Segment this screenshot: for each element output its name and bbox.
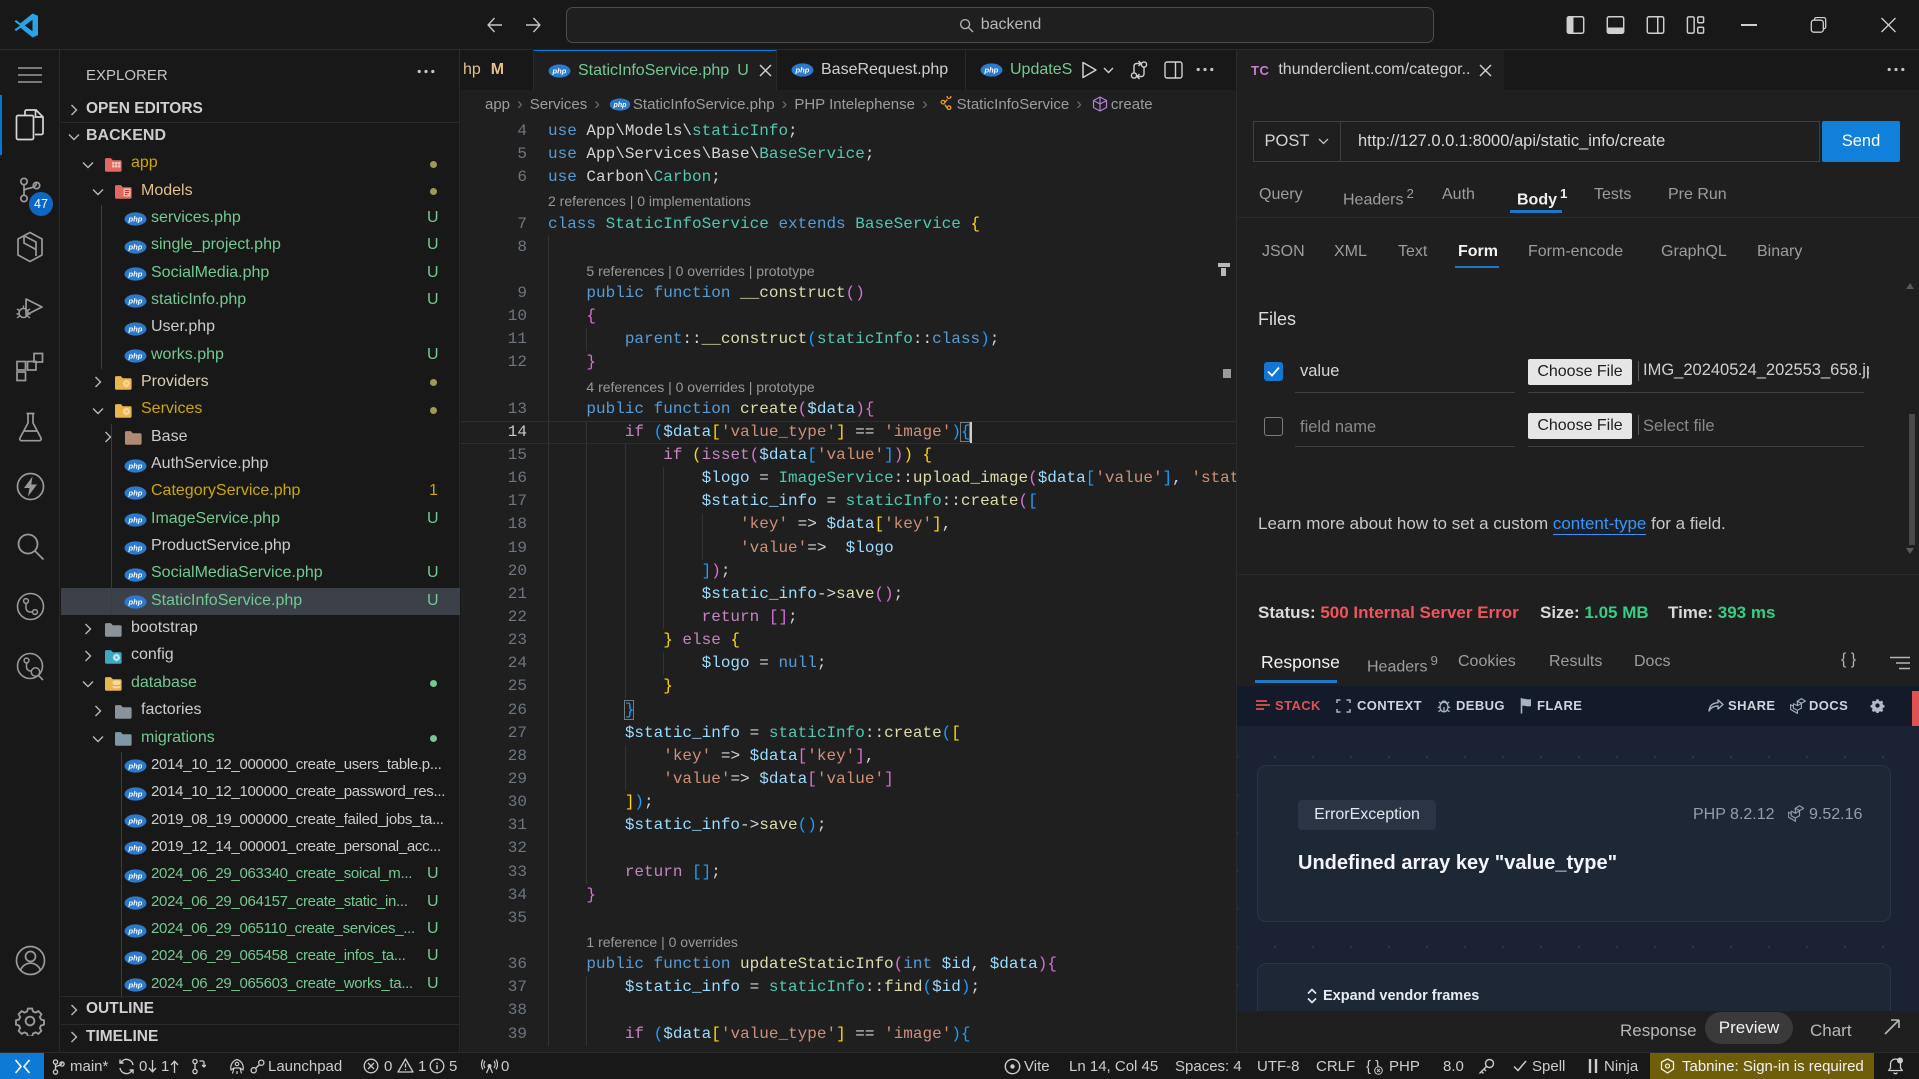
svg-text:php: php — [128, 488, 143, 497]
svg-text:php: php — [128, 844, 143, 853]
svg-text:php: php — [128, 242, 143, 251]
svg-text:php: php — [128, 598, 143, 607]
svg-text:php: php — [128, 570, 143, 579]
svg-text:php: php — [128, 953, 143, 962]
svg-text:php: php — [128, 762, 143, 771]
svg-text:php: php — [128, 352, 143, 361]
svg-text:php: php — [128, 817, 143, 826]
svg-text:php: php — [128, 461, 143, 470]
svg-text:php: php — [128, 270, 143, 279]
svg-text:php: php — [552, 66, 567, 75]
svg-text:php: php — [128, 516, 143, 525]
svg-text:php: php — [128, 543, 143, 552]
svg-text:php: php — [128, 215, 143, 224]
svg-text:php: php — [128, 789, 143, 798]
svg-text:php: php — [612, 101, 627, 108]
svg-text:php: php — [128, 297, 143, 306]
svg-text:php: php — [128, 871, 143, 880]
svg-text:php: php — [128, 899, 143, 908]
svg-text:php: php — [795, 66, 810, 75]
svg-text:php: php — [128, 926, 143, 935]
svg-text:php: php — [984, 66, 999, 75]
svg-text:php: php — [128, 981, 143, 990]
svg-text:php: php — [128, 324, 143, 333]
